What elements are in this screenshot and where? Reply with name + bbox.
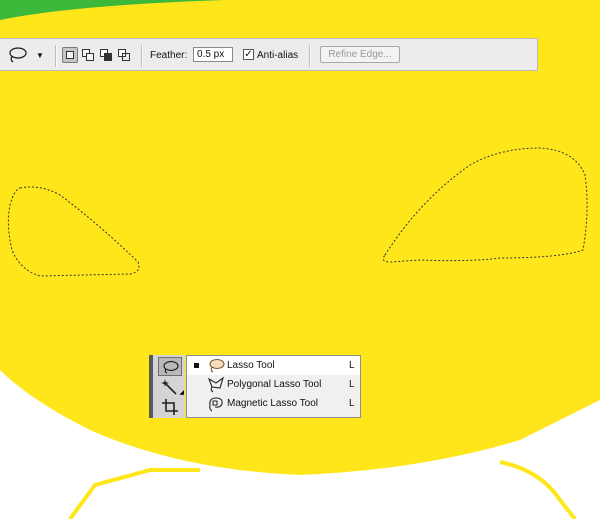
separator — [55, 45, 57, 67]
add-selection-icon-part — [86, 53, 94, 61]
flyout-item-label: Magnetic Lasso Tool — [227, 398, 318, 409]
flyout-item-magnetic-lasso-tool[interactable]: Magnetic Lasso Tool L — [187, 394, 360, 413]
lasso-tool-slot[interactable] — [158, 357, 182, 376]
add-to-selection-button[interactable] — [80, 47, 96, 63]
subtract-selection-icon-part — [104, 53, 112, 61]
separator — [141, 45, 143, 67]
crop-icon — [162, 398, 178, 415]
refine-edge-button[interactable]: Refine Edge... — [320, 46, 400, 63]
flyout-item-label: Lasso Tool — [227, 360, 275, 371]
subtract-from-selection-button[interactable] — [98, 47, 114, 63]
lasso-tools-flyout: Lasso Tool L Polygonal Lasso Tool L Magn… — [186, 355, 361, 418]
tool-options-bar: ▼ Feather: 0.5 px ✓ Anti-alias Refine Ed… — [0, 38, 538, 71]
intersect-selection-button[interactable] — [116, 47, 132, 63]
separator — [309, 45, 311, 67]
tool-strip: ◢ — [149, 355, 185, 418]
selected-indicator-icon — [194, 363, 199, 368]
feather-input[interactable]: 0.5 px — [193, 47, 233, 62]
antialias-checkbox[interactable]: ✓ — [243, 49, 254, 60]
flyout-item-label: Polygonal Lasso Tool — [227, 379, 322, 390]
magic-wand-tool-slot[interactable]: ◢ — [158, 377, 184, 396]
antialias-label: Anti-alias — [257, 50, 299, 61]
new-selection-button[interactable] — [62, 47, 78, 63]
canvas-artwork — [0, 0, 600, 519]
tool-preset-picker[interactable]: ▼ — [6, 44, 50, 66]
flyout-item-lasso-tool[interactable]: Lasso Tool L — [187, 356, 360, 375]
flyout-indicator-icon: ◢ — [179, 390, 184, 396]
selection-mode-group — [62, 47, 132, 63]
flyout-item-shortcut: L — [349, 379, 355, 390]
flyout-item-shortcut: L — [349, 360, 355, 371]
lasso-icon — [163, 360, 179, 374]
crop-tool-slot[interactable] — [158, 397, 182, 416]
chevron-down-icon: ▼ — [36, 50, 44, 60]
intersect-selection-icon-part — [122, 53, 130, 61]
lasso-icon — [9, 47, 27, 63]
flyout-item-shortcut: L — [349, 398, 355, 409]
polygonal-lasso-icon — [207, 376, 224, 393]
magnetic-lasso-icon — [209, 397, 223, 412]
lasso-icon — [209, 358, 225, 373]
new-selection-icon — [66, 51, 74, 59]
flyout-item-polygonal-lasso-tool[interactable]: Polygonal Lasso Tool L — [187, 375, 360, 394]
magic-wand-icon — [161, 378, 177, 395]
feather-label: Feather: — [150, 50, 188, 61]
